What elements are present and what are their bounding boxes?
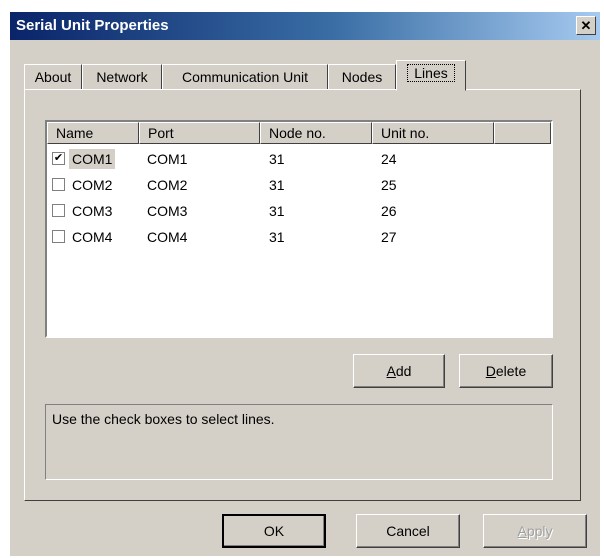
lines-list[interactable]: Name Port Node no. Unit no. ✔ COM1 COM1 …: [45, 120, 553, 338]
table-row[interactable]: COM3 COM3 31 26: [47, 198, 551, 224]
row-checkbox[interactable]: [52, 204, 65, 217]
tab-communication-unit[interactable]: Communication Unit: [162, 64, 328, 90]
column-header-port[interactable]: Port: [139, 122, 260, 144]
tab-network[interactable]: Network: [82, 64, 162, 90]
apply-label: pply: [526, 523, 553, 539]
table-row[interactable]: COM4 COM4 31 27: [47, 224, 551, 250]
row-port: COM1: [147, 151, 188, 167]
row-port: COM2: [147, 177, 188, 193]
row-unit-no: 27: [381, 229, 397, 245]
tab-label: Lines: [407, 64, 455, 82]
row-node-no: 31: [269, 203, 285, 219]
tab-label: About: [34, 69, 72, 85]
list-header: Name Port Node no. Unit no.: [47, 122, 551, 144]
row-unit-no: 24: [381, 151, 397, 167]
close-icon: ✕: [580, 18, 592, 33]
lines-tab-panel: Name Port Node no. Unit no. ✔ COM1 COM1 …: [24, 89, 581, 501]
tab-label: Nodes: [341, 69, 383, 85]
row-name: COM3: [72, 203, 113, 219]
tab-lines[interactable]: Lines: [396, 60, 466, 91]
apply-button[interactable]: Apply: [483, 514, 587, 548]
delete-button[interactable]: Delete: [459, 354, 553, 388]
info-text: Use the check boxes to select lines.: [52, 411, 275, 427]
row-node-no: 31: [269, 151, 285, 167]
tab-about[interactable]: About: [24, 64, 82, 90]
row-node-no: 31: [269, 229, 285, 245]
add-hotkey: A: [386, 363, 396, 379]
row-name: COM4: [72, 229, 113, 245]
row-unit-no: 26: [381, 203, 397, 219]
cancel-label: Cancel: [386, 523, 430, 539]
row-checkbox[interactable]: [52, 230, 65, 243]
tab-nodes[interactable]: Nodes: [328, 64, 396, 90]
row-name: COM2: [72, 177, 113, 193]
row-port: COM3: [147, 203, 188, 219]
column-header-node-no[interactable]: Node no.: [260, 122, 372, 144]
row-port: COM4: [147, 229, 188, 245]
ok-label: OK: [263, 523, 285, 539]
row-node-no: 31: [269, 177, 285, 193]
properties-dialog: Serial Unit Properties ✕ About Network C…: [10, 12, 600, 556]
title-bar[interactable]: Serial Unit Properties ✕: [10, 12, 600, 40]
row-unit-no: 25: [381, 177, 397, 193]
window-title: Serial Unit Properties: [16, 17, 169, 34]
ok-button[interactable]: OK: [222, 514, 326, 548]
table-row[interactable]: COM2 COM2 31 25: [47, 172, 551, 198]
delete-label: elete: [495, 363, 527, 379]
row-checkbox[interactable]: [52, 178, 65, 191]
add-label: dd: [395, 363, 412, 379]
info-box: Use the check boxes to select lines.: [45, 404, 553, 480]
add-button[interactable]: Add: [353, 354, 445, 388]
tab-label: Communication Unit: [181, 69, 309, 85]
column-header-name[interactable]: Name: [47, 122, 139, 144]
tab-label: Network: [96, 69, 148, 85]
row-name: COM1: [69, 149, 116, 169]
column-header-filler: [494, 122, 551, 144]
column-header-unit-no[interactable]: Unit no.: [372, 122, 494, 144]
delete-hotkey: D: [485, 363, 496, 379]
close-button[interactable]: ✕: [576, 16, 596, 35]
row-checkbox[interactable]: ✔: [52, 152, 65, 165]
table-row[interactable]: ✔ COM1 COM1 31 24: [47, 146, 551, 172]
cancel-button[interactable]: Cancel: [356, 514, 460, 548]
apply-hotkey: A: [517, 523, 527, 539]
